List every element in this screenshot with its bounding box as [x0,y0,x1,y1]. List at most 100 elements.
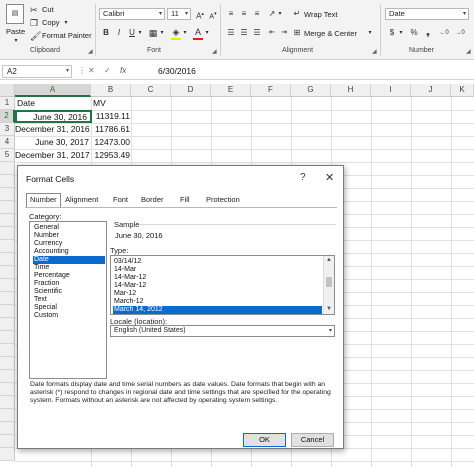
cut-button[interactable]: Cut [42,5,54,14]
font-name-combo[interactable]: Calibri ▾ [99,8,165,20]
list-item[interactable]: Custom [33,312,105,320]
row-header-blank[interactable] [0,357,15,370]
locale-select[interactable]: English (United States) ▾ [110,325,335,337]
column-header-d[interactable]: D [171,84,211,97]
help-button[interactable]: ? [300,172,306,183]
row-header-blank[interactable] [0,162,15,175]
tab-border[interactable]: Border [138,194,167,207]
bold-button[interactable]: B [100,27,112,39]
row-header-blank[interactable] [0,409,15,422]
copy-dropdown-icon[interactable]: ▾ [60,17,72,29]
close-icon[interactable]: ✕ [325,171,334,184]
list-item[interactable]: 03/14/12 [113,258,322,266]
tab-protection[interactable]: Protection [203,194,243,207]
column-header-j[interactable]: J [411,84,451,97]
tab-number[interactable]: Number [26,193,61,208]
row-header-blank[interactable] [0,396,15,409]
formula-input[interactable]: 6/30/2016 [158,66,196,76]
list-item[interactable]: March-12 [113,298,322,306]
copy-icon[interactable]: ❐ [30,18,38,28]
ok-button[interactable]: OK [243,433,286,447]
format-painter-icon[interactable]: 🖌 [30,31,41,41]
row-header-5[interactable]: 5 [0,149,15,162]
column-header-i[interactable]: I [371,84,411,97]
paste-icon[interactable]: ▤ [6,4,24,24]
row-header-blank[interactable] [0,383,15,396]
decrease-decimal-icon[interactable]: →0 [454,27,466,39]
list-item[interactable]: Number [33,232,105,240]
row-header-4[interactable]: 4 [0,136,15,149]
select-all-corner[interactable] [0,84,15,97]
column-header-e[interactable]: E [211,84,251,97]
cancel-entry-icon[interactable]: ✕ [88,66,95,75]
decrease-indent-icon[interactable]: ⇤ [266,27,278,39]
list-item[interactable]: General [33,224,105,232]
row-header-blank[interactable] [0,227,15,240]
cell-b1[interactable]: MV [93,97,129,110]
number-format-combo[interactable]: Date ▾ [385,8,469,20]
list-item-selected[interactable]: March 14, 2012 [113,306,322,314]
merge-center-button[interactable]: Merge & Center [304,29,357,38]
list-item[interactable]: Text [33,296,105,304]
row-header-blank[interactable] [0,266,15,279]
type-list[interactable]: 03/14/12 14-Mar 14-Mar-12 14-Mar-12 Mar-… [110,255,335,315]
cell-a3[interactable]: December 31, 2016 [15,123,91,136]
row-header-blank[interactable] [0,214,15,227]
column-header-k[interactable]: K [451,84,474,97]
row-header-blank[interactable] [0,331,15,344]
column-header-b[interactable]: B [91,84,131,97]
list-item[interactable]: Special [33,304,105,312]
row-header-blank[interactable] [0,201,15,214]
align-right-icon[interactable]: ☰ [251,27,263,39]
merge-center-icon[interactable]: ⊞ [291,27,303,39]
list-item[interactable]: Time [33,264,105,272]
list-item[interactable]: Percentage [33,272,105,280]
row-header-blank[interactable] [0,318,15,331]
list-item[interactable]: 14-Mar-12 [113,274,322,282]
category-list[interactable]: General Number Currency Accounting Date … [29,221,107,379]
cell-b2[interactable]: 11319.11 [91,110,131,123]
cell-a1[interactable]: Date [17,97,89,110]
underline-dropdown-icon[interactable]: ▾ [136,27,144,39]
cell-b3[interactable]: 11786.61 [91,123,131,136]
insert-function-button[interactable]: fx [120,66,126,75]
row-header-2[interactable]: 2 [0,110,15,123]
cut-icon[interactable]: ✂ [30,5,38,15]
borders-dropdown-icon[interactable]: ▾ [158,27,166,39]
font-launcher-icon[interactable]: ◢ [212,48,217,55]
row-header-blank[interactable] [0,422,15,435]
scroll-down-icon[interactable]: ▼ [324,305,334,314]
list-item[interactable]: Currency [33,240,105,248]
increase-decimal-icon[interactable]: ←0 [438,27,450,39]
cell-b4[interactable]: 12473.00 [91,136,131,149]
tab-font[interactable]: Font [110,194,131,207]
row-header-blank[interactable] [0,370,15,383]
row-header-blank[interactable] [0,279,15,292]
list-item[interactable]: Fraction [33,280,105,288]
copy-button[interactable]: Copy [42,18,60,27]
column-header-a[interactable]: A [15,84,91,97]
cell-a5[interactable]: December 31, 2017 [15,149,91,162]
type-scrollbar[interactable]: ▲ ▼ [323,256,334,314]
comma-style-icon[interactable]: ❟ [422,27,434,39]
align-bottom-icon[interactable]: ≡ [251,8,263,20]
font-size-combo[interactable]: 11 ▾ [167,8,191,20]
currency-dropdown-icon[interactable]: ▾ [397,27,405,39]
paste-dropdown-icon[interactable]: ▾ [10,35,22,47]
column-header-c[interactable]: C [131,84,171,97]
row-header-blank[interactable] [0,175,15,188]
list-item[interactable]: 14-Mar-12 [113,282,322,290]
wrap-text-icon[interactable]: ↵ [291,8,303,20]
decrease-font-icon[interactable]: A▾ [207,8,219,20]
orientation-dropdown-icon[interactable]: ▾ [276,8,284,20]
list-item[interactable]: Scientific [33,288,105,296]
align-center-icon[interactable]: ☰ [238,27,250,39]
list-item-selected[interactable]: Date [33,256,105,264]
row-header-blank[interactable] [0,448,15,461]
list-item[interactable]: Accounting [33,248,105,256]
align-left-icon[interactable]: ☰ [225,27,237,39]
row-header-blank[interactable] [0,344,15,357]
scroll-thumb[interactable] [326,277,332,287]
number-launcher-icon[interactable]: ◢ [466,48,471,55]
column-header-h[interactable]: H [331,84,371,97]
